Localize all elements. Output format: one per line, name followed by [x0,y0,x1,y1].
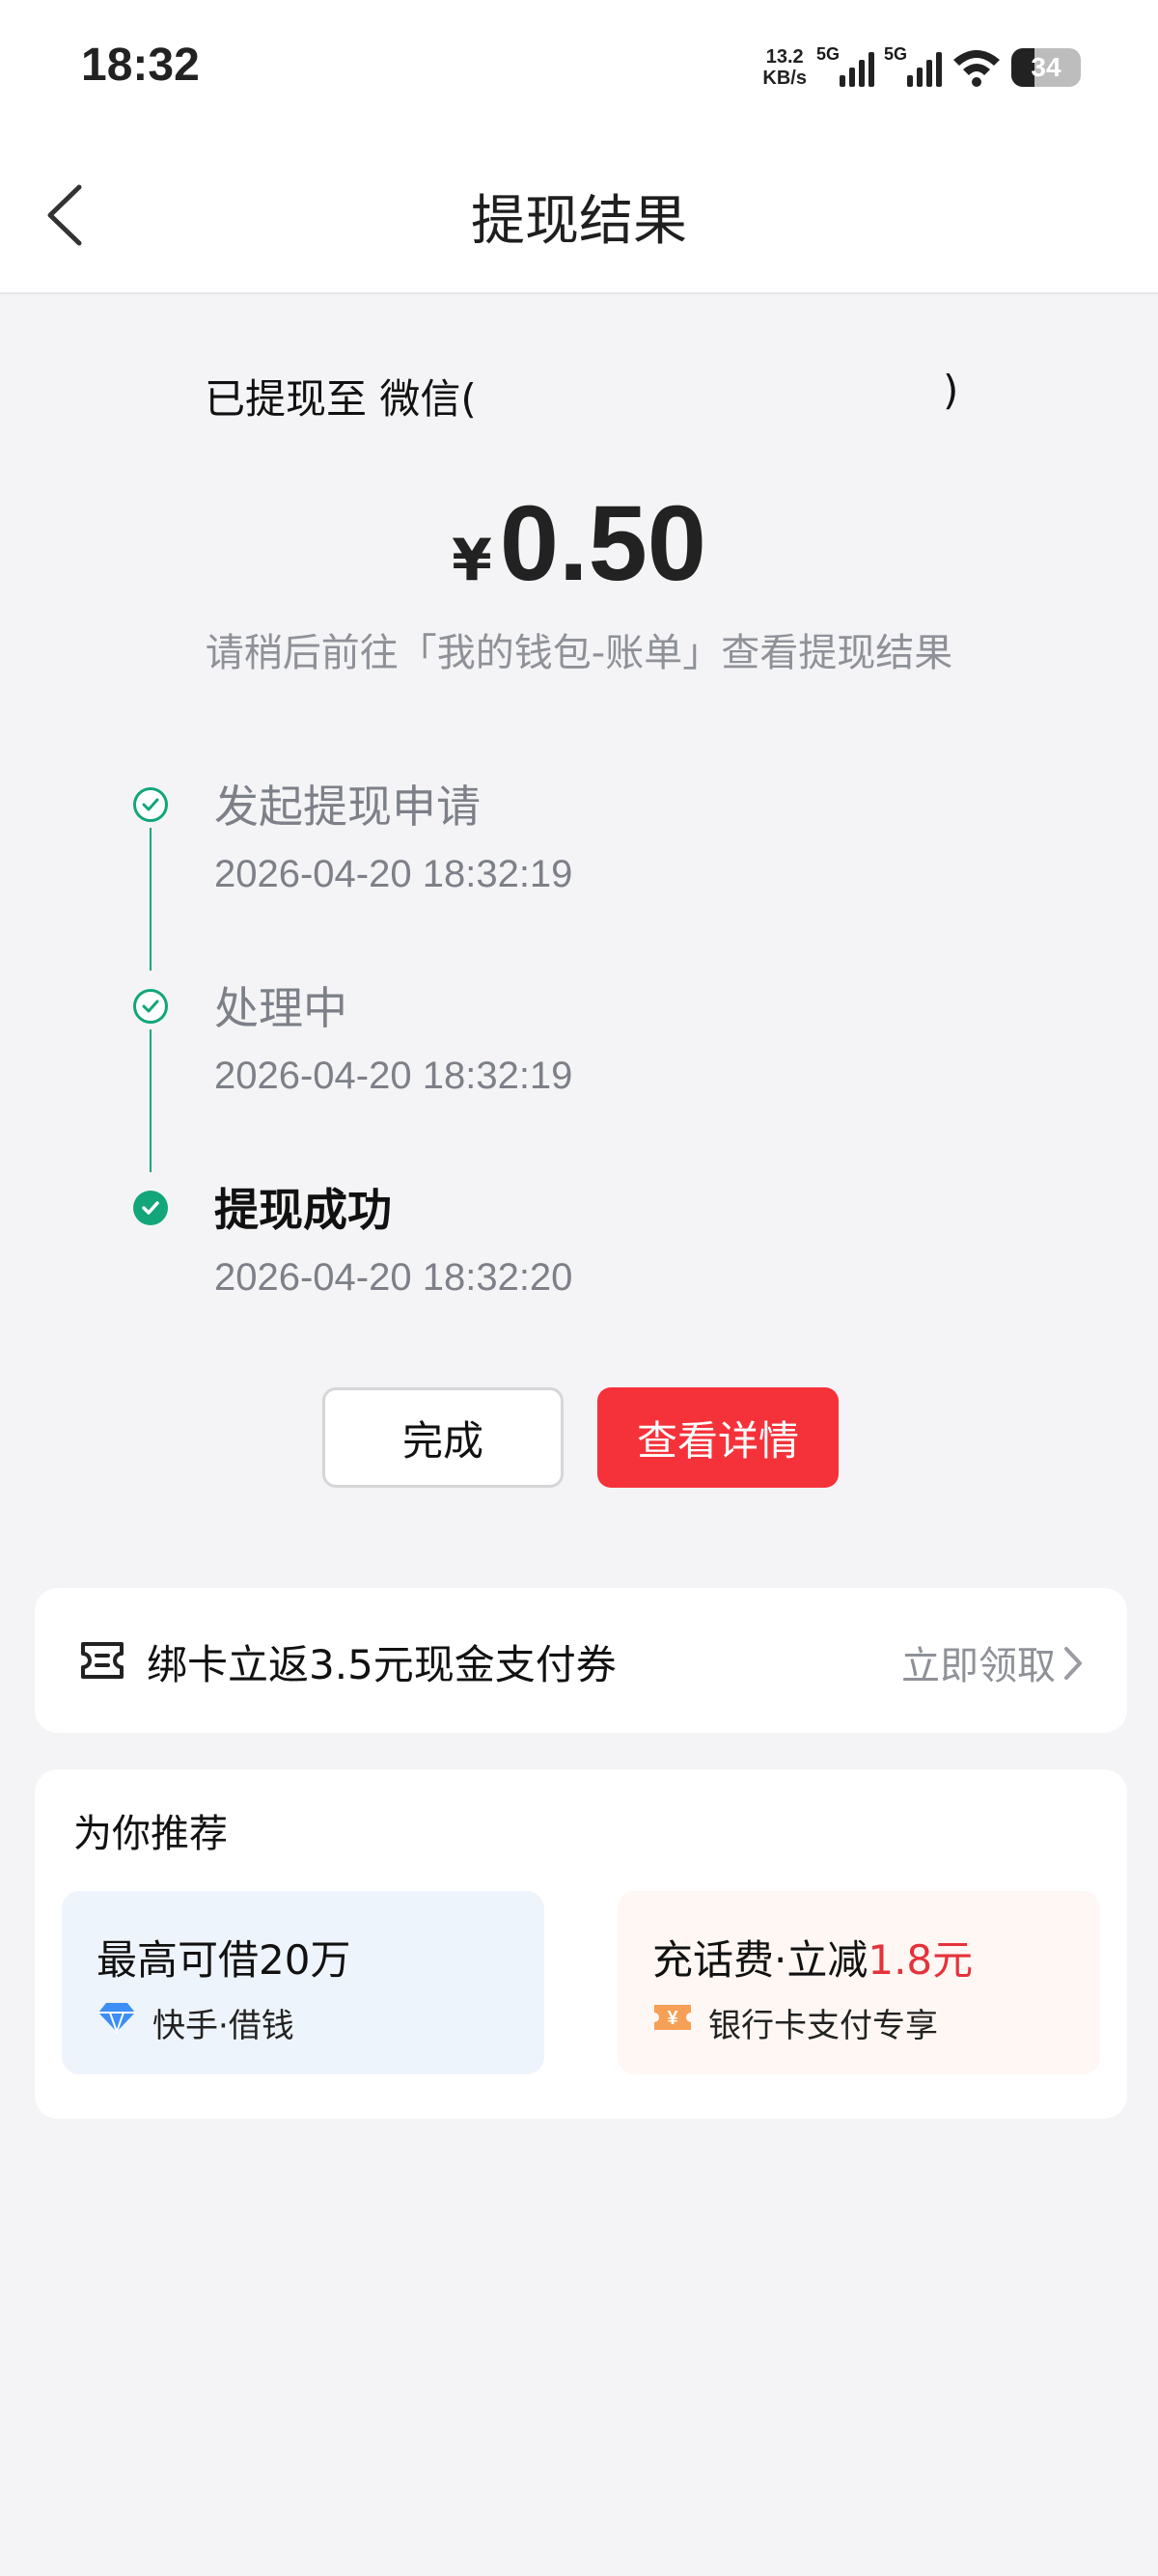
ticket-icon [81,1642,124,1679]
signal-sim1-icon: 5G [816,44,874,87]
step-title: 发起提现申请 [214,781,481,833]
battery-icon: 34 [1011,48,1081,87]
wifi-icon [953,50,1000,87]
network-speed: 13.2 KB/s [762,46,807,89]
status-icons: 13.2 KB/s 5G 5G 34 [762,39,1081,96]
signal-sim2-icon: 5G [884,44,942,87]
check-circle-icon [133,989,168,1024]
section-title: 为你推荐 [73,1812,228,1856]
step-title: 提现成功 [214,1184,392,1236]
claim-link[interactable]: 立即领取 [901,1634,1056,1690]
recommend-main: 充话费·立减1.8元 [652,1936,974,1984]
amount-value: 0.50 [499,484,706,603]
step-time: 2026-04-20 18:32:20 [214,1256,573,1299]
svg-text:¥: ¥ [667,2008,678,2029]
step-time: 2026-04-20 18:32:19 [214,1055,573,1097]
timeline-connector [150,1029,152,1172]
recommend-sub: 快手·借钱 [152,2007,294,2045]
yuan-coupon-icon: ¥ [654,2005,691,2030]
check-circle-icon [133,787,168,822]
done-button[interactable]: 完成 [322,1387,564,1488]
timeline-step: 提现成功 2026-04-20 18:32:20 [125,1175,994,1378]
timeline-step: 发起提现申请 2026-04-20 18:32:19 [125,772,994,974]
currency-symbol: ¥ [452,527,492,594]
nav-bar: 提现结果 [0,135,1158,294]
step-time: 2026-04-20 18:32:19 [214,853,573,895]
timeline-step: 处理中 2026-04-20 18:32:19 [125,973,994,1176]
amount-display: ¥0.50 [0,482,1158,605]
recommend-main: 最高可借20万 [96,1936,351,1984]
result-hint: 请稍后前往「我的钱包-账单」查看提现结果 [205,631,953,675]
recommend-item-loan[interactable]: 最高可借20万 快手·借钱 [62,1891,544,2074]
recommend-sub: 银行卡支付专享 [708,2007,938,2045]
timeline-connector [150,828,152,971]
withdraw-target: 已提现至 微信( ) [205,367,959,423]
view-details-button[interactable]: 查看详情 [597,1387,839,1488]
step-title: 处理中 [214,982,347,1034]
chevron-right-icon [1064,1647,1082,1680]
page-title: 提现结果 [471,190,687,253]
diamond-icon [98,2003,135,2036]
check-circle-filled-icon [133,1191,168,1225]
status-time: 18:32 [81,40,200,91]
promo-card[interactable]: 绑卡立返3.5元现金支付券 立即领取 [35,1588,1127,1733]
status-bar: 18:32 13.2 KB/s 5G 5G 34 [0,0,1158,135]
recommend-section: 为你推荐 最高可借20万 快手·借钱 充话费·立减1.8元 ¥ 银行卡支付专享 [35,1769,1127,2119]
recommend-item-topup[interactable]: 充话费·立减1.8元 ¥ 银行卡支付专享 [618,1891,1100,2074]
promo-label: 绑卡立返3.5元现金支付券 [147,1641,617,1688]
